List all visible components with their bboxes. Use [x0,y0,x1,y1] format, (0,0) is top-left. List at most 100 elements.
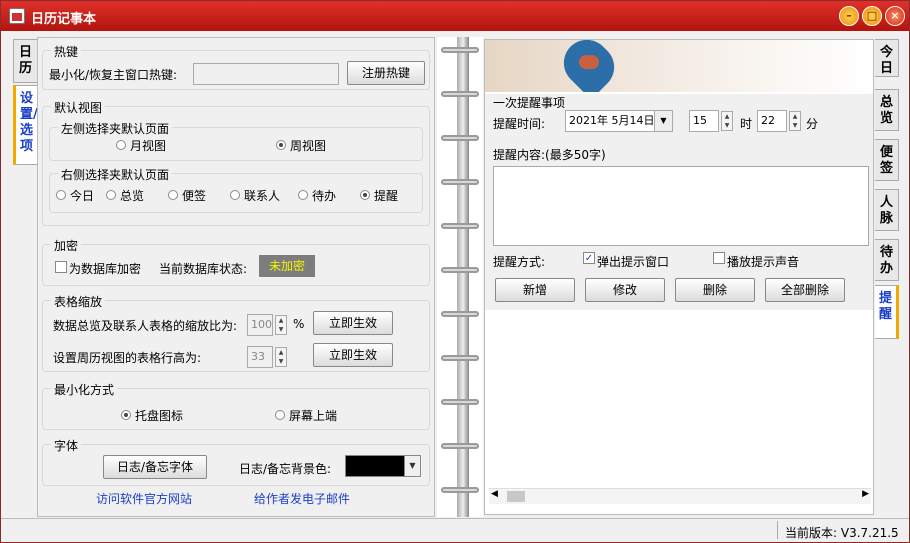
today-radio[interactable] [56,190,66,200]
minute-spinner[interactable]: ▲ ▼ [789,111,801,131]
spine-ring [441,91,479,97]
banner-image [485,40,873,92]
maximize-button[interactable]: □ [862,6,882,26]
font-button[interactable]: 日志/备忘字体 [103,455,207,479]
minute-input[interactable]: 22 [757,110,787,132]
website-link[interactable]: 访问软件官方网站 [96,490,192,507]
notes-label: 便签 [182,189,207,203]
title-bar[interactable]: 日历记事本 – □ × [1,1,909,31]
font-group: 字体 日志/备忘字体 日志/备忘背景色: ▼ [42,437,430,486]
zoom-label: 数据总览及联系人表格的缩放比为: [53,319,238,333]
settings-panel: 热键 最小化/恢复主窗口热键: 注册热键 默认视图 左侧选择夹默认页面 月视图 … [37,37,435,517]
sound-checkbox[interactable] [713,252,725,264]
month-view-label: 月视图 [130,139,167,153]
encrypt-checkbox-label: 为数据库加密 [69,262,142,276]
reminder-list[interactable]: ◀ ▶ [489,310,871,506]
scroll-thumb[interactable] [507,491,525,502]
right-default-group: 右侧选择夹默认页面 今日 总览 便签 联系人 待办 提醒 [49,166,423,213]
font-title: 字体 [51,437,82,454]
minute-unit: 分 [806,117,819,131]
screen-top-radio[interactable] [275,410,285,420]
sound-label: 播放提示声音 [727,255,800,269]
bg-color-dropdown[interactable]: ▼ [345,455,421,477]
window-title: 日历记事本 [31,12,97,27]
edit-button[interactable]: 修改 [585,278,665,302]
row-height-input[interactable]: 33 [247,346,273,368]
minimize-title: 最小化方式 [51,381,118,398]
zoom-input[interactable]: 100 [247,314,273,336]
delete-button[interactable]: 删除 [675,278,755,302]
month-view-radio[interactable] [116,140,126,150]
tray-icon-radio[interactable] [121,410,131,420]
encrypt-title: 加密 [51,237,82,254]
date-picker[interactable]: 2021年 5月14日 ▼ [565,110,673,132]
zoom-apply-button[interactable]: 立即生效 [313,311,393,335]
status-divider [777,521,778,539]
tab-contacts[interactable]: 人脉 [875,189,899,231]
notes-radio[interactable] [168,190,178,200]
row-height-label: 设置周历视图的表格行高为: [53,351,202,365]
register-hotkey-button[interactable]: 注册热键 [347,61,425,85]
hour-unit: 时 [740,117,753,131]
default-view-title: 默认视图 [51,99,106,116]
app-icon [9,8,25,24]
tray-icon-label: 托盘图标 [135,409,184,423]
todo-radio[interactable] [298,190,308,200]
spine-ring [441,179,479,185]
overview-label: 总览 [120,189,145,203]
week-view-radio[interactable] [276,140,286,150]
tab-overview[interactable]: 总览 [875,89,899,131]
tab-notes[interactable]: 便签 [875,139,899,181]
scroll-left-icon[interactable]: ◀ [491,489,498,499]
tab-calendar[interactable]: 日历 [13,39,37,83]
reminder-label: 提醒 [374,189,399,203]
chevron-down-icon: ▼ [404,456,420,476]
tab-reminder[interactable]: 提醒 [875,285,899,339]
hour-spinner[interactable]: ▲ ▼ [721,111,733,131]
tab-todo[interactable]: 待办 [875,239,899,281]
hour-input[interactable]: 15 [689,110,719,132]
spine-ring [441,47,479,53]
minimize-group: 最小化方式 托盘图标 屏幕上端 [42,381,430,430]
spine-ring [441,311,479,317]
contacts-label: 联系人 [244,189,281,203]
horizontal-scrollbar[interactable]: ◀ ▶ [489,488,871,504]
add-button[interactable]: 新增 [495,278,575,302]
close-button[interactable]: × [885,6,905,26]
row-height-spinner[interactable]: ▲ ▼ [275,347,287,367]
table-zoom-group: 表格缩放 数据总览及联系人表格的缩放比为: 100 ▲ ▼ % 立即生效 设置周历… [42,293,430,372]
today-label: 今日 [70,189,95,203]
reminder-time-label: 提醒时间: [493,117,546,131]
tab-today[interactable]: 今日 [875,39,899,77]
content-textarea[interactable] [493,166,869,246]
zoom-spinner[interactable]: ▲ ▼ [275,315,287,335]
row-height-apply-button[interactable]: 立即生效 [313,343,393,367]
minimize-button[interactable]: – [839,6,859,26]
scroll-right-icon[interactable]: ▶ [862,489,869,499]
overview-radio[interactable] [106,190,116,200]
screen-top-label: 屏幕上端 [289,409,338,423]
db-status-value: 未加密 [259,255,315,277]
spine-ring [441,223,479,229]
heart-icon [554,40,624,92]
delete-all-button[interactable]: 全部删除 [765,278,845,302]
spine-ring [441,267,479,273]
bg-color-label: 日志/备忘背景色: [239,462,332,476]
content-label: 提醒内容:(最多50字) [493,148,606,162]
encrypt-checkbox[interactable] [55,261,67,273]
hotkey-input[interactable] [193,63,339,85]
reminder-radio[interactable] [360,190,370,200]
reminder-section-title: 一次提醒事项 [493,96,566,110]
contacts-radio[interactable] [230,190,240,200]
hotkey-label: 最小化/恢复主窗口热键: [49,68,178,82]
calendar-dropdown-icon[interactable]: ▼ [654,111,672,131]
hotkey-group: 热键 最小化/恢复主窗口热键: 注册热键 [42,43,430,90]
tab-settings[interactable]: 设置/选项 [13,85,38,165]
main-window: 日历记事本 – □ × 日历 设置/选项 热键 最小化/恢复主窗口热键: 注册热… [0,0,910,543]
popup-checkbox[interactable]: ✓ [583,252,595,264]
version-label: 当前版本: V3.7.21.5 [785,526,899,540]
spine-ring [441,355,479,361]
spine-ring [441,443,479,449]
encrypt-group: 加密 为数据库加密 当前数据库状态: 未加密 [42,237,430,286]
email-link[interactable]: 给作者发电子邮件 [254,490,350,507]
